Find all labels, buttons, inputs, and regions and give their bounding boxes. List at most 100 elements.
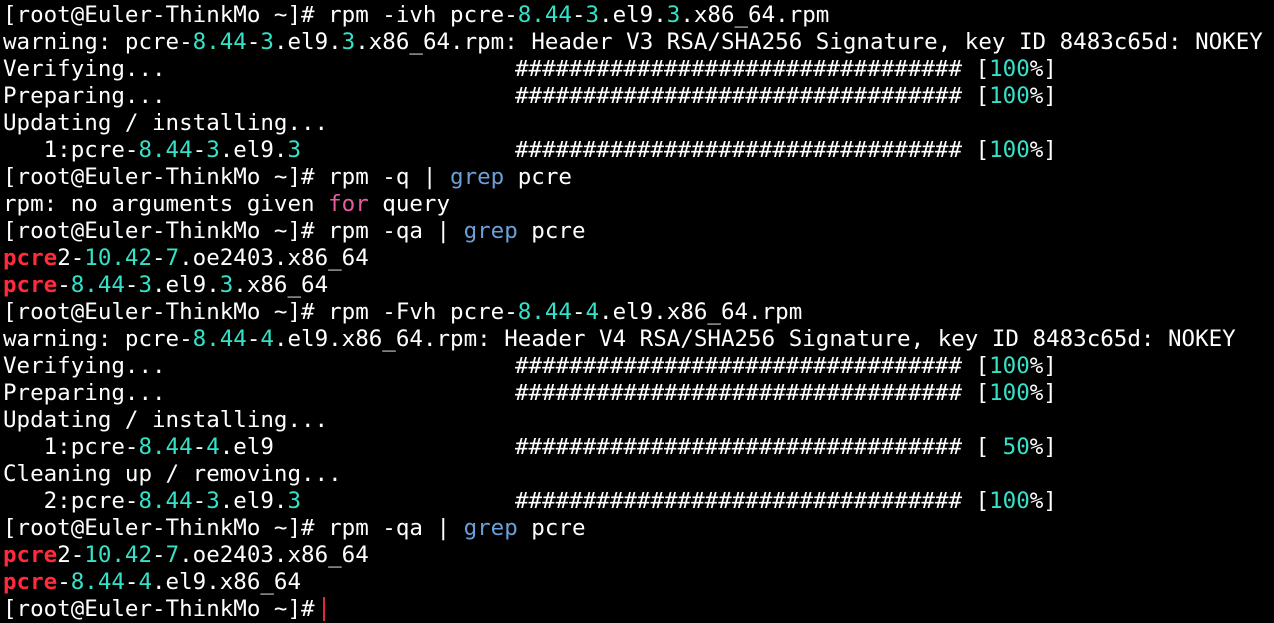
line-text: [root@Euler-ThinkMo ~]# rpm -qa | grep p… <box>3 218 586 244</box>
text-segment: .el9. <box>219 488 288 514</box>
text-segment: Preparing... <box>3 380 166 406</box>
terminal-line: Verifying... ############################… <box>3 56 1274 83</box>
terminal-line: Cleaning up / removing... <box>3 461 1274 488</box>
text-segment: [root@Euler-ThinkMo ~]# rpm -q | <box>3 164 451 190</box>
line-text: [root@Euler-ThinkMo ~]# rpm -ivh pcre-8.… <box>3 2 829 28</box>
text-segment: 3 <box>666 2 681 28</box>
terminal-line: [root@Euler-ThinkMo ~]# rpm -ivh pcre-8.… <box>3 2 1274 29</box>
text-segment: - <box>192 434 207 460</box>
text-segment: 2:pcre- <box>3 488 139 514</box>
text-segment: 3 <box>585 2 600 28</box>
text-segment: .oe2403.x86_64 <box>179 245 369 271</box>
terminal-line: [root@Euler-ThinkMo ~]# rpm -qa | grep p… <box>3 218 1274 245</box>
text-segment: pcre <box>3 245 58 271</box>
text-segment: - <box>57 272 71 298</box>
terminal-line: [root@Euler-ThinkMo ~]# rpm -q | grep pc… <box>3 164 1274 191</box>
text-segment: 10.42 <box>84 245 153 271</box>
terminal-line: [root@Euler-ThinkMo ~]# <box>3 596 1274 623</box>
text-segment: pcre <box>3 542 58 568</box>
progress-bar-text: ################################# [100%] <box>515 56 1057 83</box>
terminal-window[interactable]: [root@Euler-ThinkMo ~]# rpm -ivh pcre-8.… <box>0 0 1274 623</box>
text-segment: for <box>328 191 369 217</box>
text-segment: - <box>192 488 207 514</box>
terminal-line: rpm: no arguments given for query <box>3 191 1274 218</box>
progress-segment: ################################# [ <box>515 380 990 406</box>
text-segment: pcre <box>3 569 58 595</box>
terminal-line: 1:pcre-8.44-4.el9 #######################… <box>3 434 1274 461</box>
terminal-line: warning: pcre-8.44-3.el9.3.x86_64.rpm: H… <box>3 29 1274 56</box>
progress-segment: %] <box>1029 353 1057 379</box>
text-segment: Verifying... <box>3 56 166 82</box>
progress-segment: %] <box>1029 434 1057 460</box>
line-text: rpm: no arguments given for query <box>3 191 450 217</box>
text-segment: [root@Euler-ThinkMo ~]# rpm -qa | <box>3 515 464 541</box>
text-segment: .el9. <box>599 2 667 28</box>
line-text: pcre-8.44-3.el9.3.x86_64 <box>3 272 328 298</box>
text-segment: .el9.x86_64.rpm: Header V4 RSA/SHA256 Si… <box>273 326 1236 352</box>
text-segment: .oe2403.x86_64 <box>179 542 369 568</box>
text-segment: 3 <box>206 137 220 163</box>
line-text: warning: pcre-8.44-3.el9.3.x86_64.rpm: H… <box>3 29 1263 55</box>
text-segment: - <box>571 2 586 28</box>
text-segment: 3 <box>341 29 356 55</box>
text-segment: - <box>152 245 166 271</box>
progress-bar-text: ################################# [ 50%] <box>515 434 1057 461</box>
progress-segment: 100 <box>989 353 1030 379</box>
text-segment: 1:pcre- <box>3 137 139 163</box>
progress-bar-text: ################################# [100%] <box>515 488 1057 515</box>
progress-segment: 50 <box>1002 434 1030 460</box>
text-segment: 8.44 <box>70 272 125 298</box>
terminal-line: pcre2-10.42-7.oe2403.x86_64 <box>3 245 1274 272</box>
text-segment: 8.44 <box>192 29 247 55</box>
terminal-line: pcre2-10.42-7.oe2403.x86_64 <box>3 542 1274 569</box>
text-segment: - <box>246 326 261 352</box>
progress-bar-text: ################################# [100%] <box>515 380 1057 407</box>
line-text: [root@Euler-ThinkMo ~]# <box>3 596 315 622</box>
text-segment: - <box>124 272 139 298</box>
line-text: [root@Euler-ThinkMo ~]# rpm -Fvh pcre-8.… <box>3 299 802 325</box>
text-segment: 1:pcre- <box>3 434 139 460</box>
text-segment: .el9.x86_64 <box>152 569 302 595</box>
text-segment: Updating / installing... <box>3 110 329 136</box>
terminal-line: Updating / installing... <box>3 110 1274 137</box>
text-segment: rpm: no arguments given <box>3 191 329 217</box>
progress-segment: 100 <box>989 83 1030 109</box>
text-segment: 8.44 <box>517 2 572 28</box>
text-segment: Preparing... <box>3 83 166 109</box>
progress-segment: %] <box>1029 137 1057 163</box>
text-segment: grep <box>450 164 505 190</box>
text-segment: pcre <box>517 515 586 541</box>
text-segment: [root@Euler-ThinkMo ~]# rpm -ivh pcre- <box>3 2 518 28</box>
progress-segment: %] <box>1029 380 1057 406</box>
text-segment: - <box>246 29 261 55</box>
terminal-line: 1:pcre-8.44-3.el9.3 #####################… <box>3 137 1274 164</box>
text-segment: [root@Euler-ThinkMo ~]# rpm -Fvh pcre- <box>3 299 518 325</box>
line-text: Verifying... <box>3 56 166 82</box>
text-segment: .el9. <box>219 137 288 163</box>
terminal-line: pcre-8.44-3.el9.3.x86_64 <box>3 272 1274 299</box>
text-segment: - <box>152 542 166 568</box>
line-text: 1:pcre-8.44-3.el9.3 <box>3 137 301 163</box>
text-segment: Verifying... <box>3 353 166 379</box>
line-text: Updating / installing... <box>3 407 328 433</box>
terminal-line: warning: pcre-8.44-4.el9.x86_64.rpm: Hea… <box>3 326 1274 353</box>
line-text: [root@Euler-ThinkMo ~]# rpm -qa | grep p… <box>3 515 586 541</box>
text-segment: pcre <box>3 272 58 298</box>
text-segment: 8.44 <box>138 137 193 163</box>
text-segment: 8.44 <box>517 299 572 325</box>
progress-bar-text: ################################# [100%] <box>515 353 1057 380</box>
text-segment: 7 <box>165 245 180 271</box>
line-text: pcre-8.44-4.el9.x86_64 <box>3 569 301 595</box>
progress-segment: ################################# [ <box>515 83 990 109</box>
terminal-line: 2:pcre-8.44-3.el9.3 #####################… <box>3 488 1274 515</box>
text-segment: 4 <box>260 326 274 352</box>
text-segment: 8.44 <box>138 488 193 514</box>
text-cursor[interactable] <box>322 596 325 621</box>
line-text: [root@Euler-ThinkMo ~]# rpm -q | grep pc… <box>3 164 572 190</box>
text-segment: 4 <box>138 569 153 595</box>
text-segment: - <box>192 137 207 163</box>
text-segment: 3 <box>287 488 302 514</box>
terminal-line: [root@Euler-ThinkMo ~]# rpm -Fvh pcre-8.… <box>3 299 1274 326</box>
line-text: Preparing... <box>3 380 166 406</box>
text-segment: pcre <box>517 218 586 244</box>
